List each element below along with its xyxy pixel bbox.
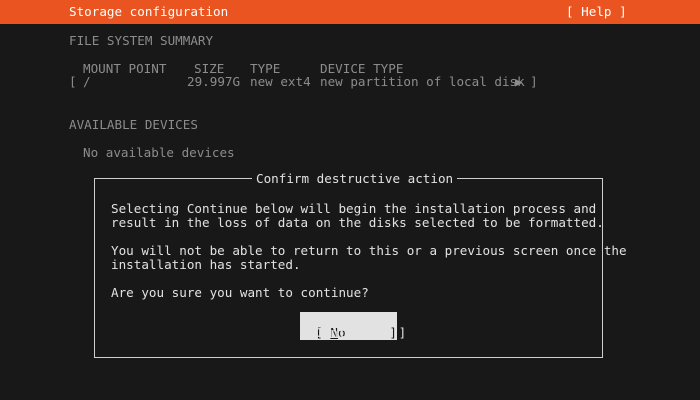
continue-button[interactable]: [ Continue ] (300, 326, 406, 340)
row-mount-point: / (83, 74, 91, 89)
file-system-summary-heading: FILE SYSTEM SUMMARY (69, 33, 214, 48)
dialog-text-line: result in the loss of data on the disks … (111, 215, 604, 230)
dialog-text-line: Selecting Continue below will begin the … (111, 201, 597, 216)
row-device-type: new partition of local disk (320, 74, 525, 89)
row-bracket-open: [ (69, 74, 77, 89)
dialog-text-line: installation has started. (111, 257, 301, 272)
title-bar: Storage configuration [ Help ] (0, 0, 700, 24)
dialog-question: Are you sure you want to continue? (111, 285, 369, 300)
page-title: Storage configuration (69, 4, 229, 19)
help-button[interactable]: [ Help ] (566, 4, 627, 19)
no-available-devices-text: No available devices (83, 145, 235, 160)
dialog-text-line: You will not be able to return to this o… (111, 243, 627, 258)
row-type: new ext4 (250, 74, 311, 89)
dialog-title: Confirm destructive action (252, 171, 458, 186)
row-size: 29.997G (187, 74, 241, 89)
column-header-mount-point: MOUNT POINT (83, 61, 167, 76)
row-expand-arrow-icon[interactable]: ▶ ] (515, 74, 538, 89)
available-devices-heading: AVAILABLE DEVICES (69, 117, 198, 132)
